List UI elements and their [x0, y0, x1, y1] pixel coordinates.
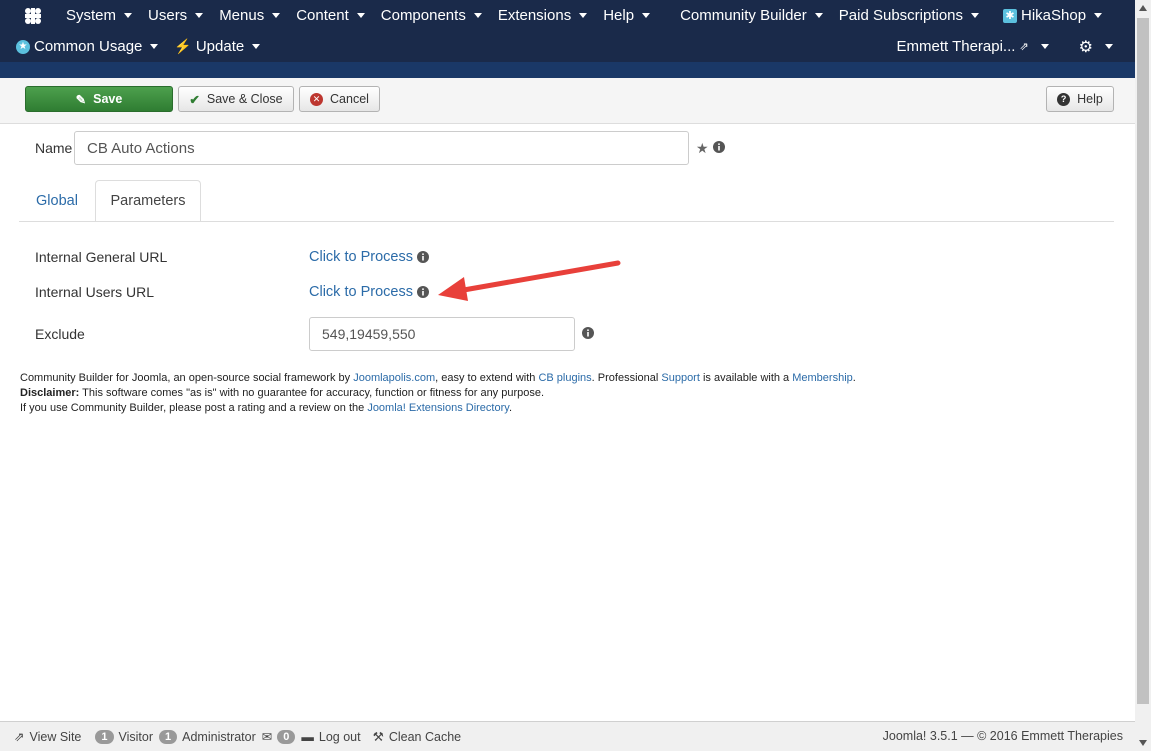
- exclude-label: Exclude: [35, 326, 85, 342]
- caret-down-icon: [356, 13, 365, 18]
- scrollbar-thumb[interactable]: [1137, 18, 1149, 704]
- footer-line-2: Disclaimer: This software comes "as is" …: [20, 387, 545, 399]
- caret-down-icon: [1105, 44, 1113, 49]
- tab-parameters[interactable]: Parameters: [95, 180, 201, 222]
- site-name-link[interactable]: Emmett Therapi... ⇗: [889, 38, 1057, 55]
- cancel-button[interactable]: ✕ Cancel: [299, 86, 380, 112]
- exclude-input[interactable]: [309, 317, 575, 351]
- menu-content[interactable]: Content: [288, 7, 373, 24]
- menu-update[interactable]: ⚡ Update: [166, 38, 268, 55]
- jed-link[interactable]: Joomla! Extensions Directory: [367, 402, 509, 414]
- visitor-badge: 1: [95, 729, 114, 744]
- caret-down-icon: [642, 13, 651, 18]
- scroll-down-icon[interactable]: [1135, 735, 1151, 751]
- cb-plugins-link[interactable]: CB plugins: [538, 372, 591, 384]
- joomla-logo-icon[interactable]: [16, 0, 50, 31]
- view-site-link[interactable]: ⇗ View Site: [14, 729, 81, 745]
- messages-badge: 0: [277, 729, 296, 744]
- menu-menus[interactable]: Menus: [211, 7, 288, 24]
- menu-paid-subscriptions[interactable]: Paid Subscriptions: [831, 7, 987, 24]
- caret-down-icon: [195, 13, 204, 18]
- info-icon[interactable]: [713, 141, 725, 153]
- admin-navbar: System Users Menus Content Components Ex…: [0, 0, 1135, 62]
- menu-common-usage[interactable]: ★ Common Usage: [8, 38, 166, 55]
- star-circle-icon: ★: [16, 39, 30, 54]
- tabs-divider: [19, 221, 1114, 222]
- header-strip: [0, 62, 1135, 78]
- info-icon[interactable]: [417, 286, 429, 298]
- menu-users[interactable]: Users: [140, 7, 211, 24]
- admin-badge: 1: [159, 729, 178, 744]
- cb-footer: Community Builder for Joomla, an open-so…: [20, 371, 856, 416]
- menu-hikashop[interactable]: ✱ HikaShop: [995, 7, 1110, 24]
- save-button[interactable]: ✎ Save: [25, 86, 173, 112]
- logout-link[interactable]: ▬ Log out: [301, 730, 360, 744]
- caret-down-icon: [1040, 44, 1049, 49]
- caret-down-icon: [579, 13, 588, 18]
- caret-down-icon: [814, 13, 823, 18]
- support-link[interactable]: Support: [661, 372, 700, 384]
- menu-community-builder[interactable]: Community Builder: [672, 7, 831, 24]
- minus-icon: ▬: [301, 729, 314, 744]
- caret-down-icon: [150, 44, 159, 49]
- menu-help[interactable]: Help: [595, 7, 658, 24]
- question-icon: ?: [1057, 92, 1071, 106]
- plug-icon: ⚡: [174, 38, 192, 54]
- caret-down-icon: [252, 44, 261, 49]
- internal-users-url-link[interactable]: Click to Process: [309, 284, 413, 300]
- save-close-button[interactable]: ✔ Save & Close: [178, 86, 294, 112]
- visitor-count[interactable]: 1 Visitor: [95, 729, 153, 744]
- internal-users-url-label: Internal Users URL: [35, 284, 155, 300]
- menu-extensions[interactable]: Extensions: [490, 7, 595, 24]
- caret-down-icon: [124, 13, 133, 18]
- caret-down-icon: [272, 13, 281, 18]
- help-button[interactable]: ? Help: [1046, 86, 1114, 112]
- caret-down-icon: [473, 13, 482, 18]
- name-label: Name: [35, 140, 73, 156]
- star-icon[interactable]: ★: [696, 140, 709, 157]
- administrator-count[interactable]: 1 Administrator: [159, 729, 256, 744]
- caret-down-icon: [971, 13, 980, 18]
- version-text: Joomla! 3.5.1 — © 2016 Emmett Therapies: [882, 729, 1123, 743]
- external-link-icon: ⇗: [1019, 41, 1029, 53]
- hikashop-logo-icon: ✱: [1003, 8, 1018, 23]
- cancel-circle-icon: ✕: [310, 92, 324, 106]
- info-icon[interactable]: [417, 251, 429, 263]
- red-arrow-annotation: [438, 260, 621, 301]
- footer-line-3: If you use Community Builder, please pos…: [20, 402, 512, 414]
- messages-link[interactable]: ✉ 0: [262, 729, 296, 744]
- info-icon[interactable]: [582, 327, 594, 339]
- internal-general-url-link[interactable]: Click to Process: [309, 249, 413, 265]
- settings-menu[interactable]: ⚙: [1071, 37, 1121, 57]
- menu-system[interactable]: System: [58, 7, 140, 24]
- joomlapolis-link[interactable]: Joomlapolis.com: [353, 372, 435, 384]
- check-icon: ✔: [189, 92, 200, 107]
- caret-down-icon: [1094, 13, 1103, 18]
- toolbar: ✎ Save ✔ Save & Close ✕ Cancel ? Help: [0, 78, 1135, 124]
- clean-cache-link[interactable]: ⚒ Clean Cache: [372, 729, 461, 745]
- gear-icon: ⚙: [1078, 38, 1093, 56]
- broom-icon: ⚒: [372, 730, 384, 744]
- menu-components[interactable]: Components: [373, 7, 490, 24]
- footer-line-1: Community Builder for Joomla, an open-so…: [20, 372, 856, 384]
- name-input[interactable]: [74, 131, 689, 165]
- external-link-icon: ⇗: [14, 730, 25, 744]
- scroll-up-icon[interactable]: [1135, 0, 1151, 16]
- tab-global[interactable]: Global: [19, 180, 95, 222]
- membership-link[interactable]: Membership: [792, 372, 853, 384]
- edit-icon: ✎: [75, 92, 87, 107]
- envelope-icon: ✉: [261, 730, 273, 744]
- internal-general-url-label: Internal General URL: [35, 249, 168, 265]
- status-bar: ⇗ View Site 1 Visitor 1 Administrator ✉ …: [0, 721, 1135, 751]
